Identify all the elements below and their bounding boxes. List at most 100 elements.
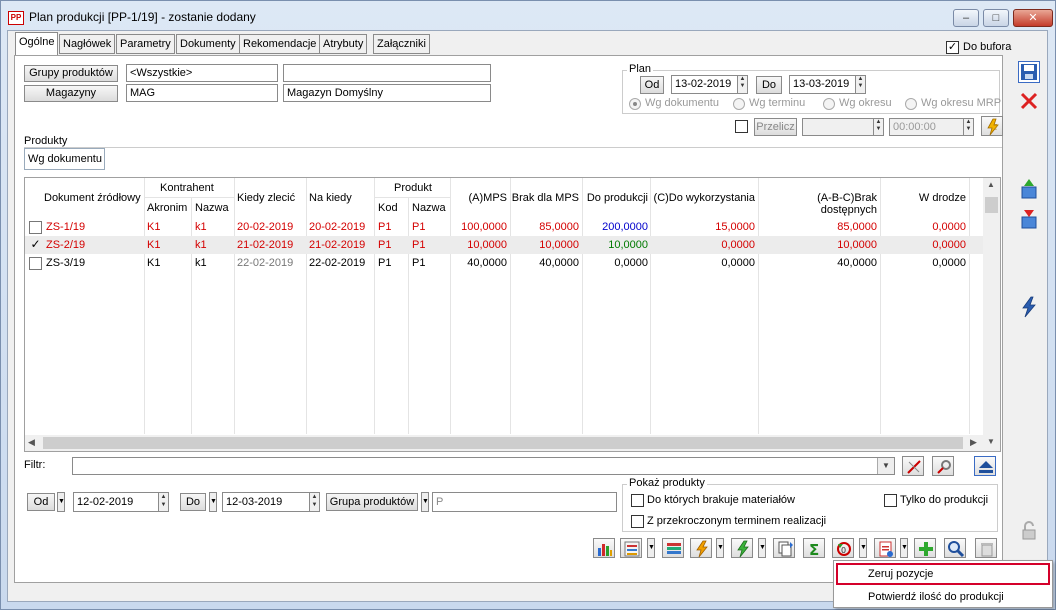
col-header-kontrahent[interactable]: Kontrahent [160,182,214,194]
bottom-od-dropdown-icon[interactable]: ▼ [57,492,65,512]
radio-wg-terminu[interactable] [733,98,745,110]
copy-documents-icon[interactable] [773,538,795,558]
menu-item-zeruj-pozycje[interactable]: Zeruj pozycje [836,563,1050,585]
filter-wrench-icon[interactable] [932,456,954,476]
bottom-do-input[interactable]: 12-03-2019 [222,492,310,512]
scroll-left-icon[interactable]: ◀ [28,437,35,448]
search-icon[interactable] [944,538,966,558]
document-list-dropdown-icon[interactable]: ▼ [647,538,655,558]
plan-do-input[interactable]: 13-03-2019 [789,75,856,94]
reset-positions-dropdown-icon[interactable]: ▼ [859,538,867,558]
grupy-produktow-button[interactable]: Grupy produktów [24,65,118,82]
horizontal-scroll-thumb[interactable] [43,437,963,449]
plan-do-spinner[interactable]: ▲ ▼ [855,75,866,94]
tab-ogolne[interactable]: Ogólne [15,32,59,55]
vertical-scroll-thumb[interactable] [985,197,998,213]
lightning-green-dropdown-icon[interactable]: ▼ [758,538,766,558]
tab-naglowek[interactable]: Nagłówek [59,34,116,54]
trash-icon[interactable] [975,538,997,558]
magazyny-button[interactable]: Magazyny [24,85,118,102]
bottom-od-spinner[interactable]: ▲ ▼ [158,492,169,512]
bottom-do-button[interactable]: Do [180,493,206,511]
vertical-scrollbar[interactable] [983,178,1000,435]
lightning-green-icon[interactable] [731,538,753,558]
tab-zalaczniki[interactable]: Załączniki [373,34,430,54]
col-header-produkt-nazwa[interactable]: Nazwa [412,202,446,214]
plan-od-input[interactable]: 13-02-2019 [671,75,738,94]
filter-apply-icon[interactable] [974,456,996,476]
row-checkbox[interactable]: ✓ [29,238,42,252]
col-header-brak-dostepnych[interactable]: (A-B-C)Brak dostępnych [759,192,877,216]
przelicz-button[interactable]: Przelicz [754,118,797,136]
tab-dokumenty[interactable]: Dokumenty [176,34,240,54]
col-header-w-drodze[interactable]: W drodze [881,192,966,204]
magazyny-input[interactable]: MAG [126,84,278,102]
scroll-right-icon[interactable]: ▶ [970,437,977,448]
time-input[interactable]: 00:00:00 [889,118,964,136]
opt2-checkbox[interactable] [631,515,644,528]
lightning-orange-dropdown-icon[interactable]: ▼ [716,538,724,558]
grupy-produktow-input[interactable]: <Wszystkie> [126,64,278,82]
col-header-brak-mps[interactable]: Brak dla MPS [511,192,579,204]
col-header-mps[interactable]: (A)MPS [451,192,508,204]
document-red-icon[interactable] [874,538,896,558]
minimize-button[interactable]: – [953,9,979,27]
clear-filter-icon[interactable] [902,456,924,476]
col-header-do-produkcji[interactable]: Do produkcji [583,192,648,204]
scroll-down-icon[interactable]: ▼ [987,437,995,446]
grupa-produktow-input[interactable]: P [432,492,617,512]
przelicz-checkbox[interactable] [735,120,748,133]
save-icon[interactable] [1018,61,1040,83]
grupa-produktow-dropdown-icon[interactable]: ▼ [421,492,429,512]
maximize-button[interactable]: □ [983,9,1009,27]
col-header-do-wykorzystania[interactable]: (C)Do wykorzystania [651,192,755,204]
title-bar[interactable]: PP Plan produkcji [PP-1/19] - zostanie d… [1,1,1055,31]
cancel-icon[interactable] [1018,90,1040,112]
col-header-nazwa[interactable]: Nazwa [195,202,229,214]
close-button[interactable]: ✕ [1013,9,1053,27]
time-spinner[interactable]: ▲ ▼ [963,118,974,136]
plan-do-button[interactable]: Do [756,76,782,94]
chart-icon[interactable] [593,538,615,558]
lock-icon[interactable] [1018,520,1040,542]
subtab-wg-dokumentu[interactable]: Wg dokumentu [24,148,105,170]
radio-wg-okresu[interactable] [823,98,835,110]
document-list-icon[interactable] [620,538,642,558]
bottom-do-dropdown-icon[interactable]: ▼ [209,492,217,512]
col-header-dokument[interactable]: Dokument źródłowy [44,192,141,204]
bottom-do-spinner[interactable]: ▲ ▼ [309,492,320,512]
layers-icon[interactable] [662,538,684,558]
col-header-kiedy-zlecic[interactable]: Kiedy zlecić [237,192,295,204]
opt3-checkbox[interactable] [884,494,897,507]
przelicz-spinner[interactable]: ▲ ▼ [873,118,884,136]
reset-positions-icon[interactable]: 0 [832,538,854,558]
do-bufora-checkbox[interactable]: ✓ [946,41,959,54]
menu-item-potwierdz-ilosc[interactable]: Potwierdź ilość do produkcji [836,586,1050,608]
scroll-up-icon[interactable]: ▲ [987,180,995,189]
plan-od-button[interactable]: Od [640,76,664,94]
col-header-kod[interactable]: Kod [378,202,398,214]
move-down-icon[interactable] [1018,208,1040,230]
row-checkbox[interactable] [29,221,42,234]
opt1-checkbox[interactable] [631,494,644,507]
tab-atrybuty[interactable]: Atrybuty [319,34,368,54]
bottom-od-button[interactable]: Od [27,493,55,511]
plan-od-spinner[interactable]: ▲ ▼ [737,75,748,94]
tab-rekomendacje[interactable]: Rekomendacje [239,34,321,54]
filtr-input[interactable] [72,457,895,475]
row-checkbox[interactable] [29,257,42,270]
document-red-dropdown-icon[interactable]: ▼ [900,538,908,558]
move-up-icon[interactable] [1018,178,1040,200]
col-header-produkt[interactable]: Produkt [394,182,432,194]
add-icon[interactable] [914,538,936,558]
radio-wg-okresu-mrp[interactable] [905,98,917,110]
col-header-na-kiedy[interactable]: Na kiedy [309,192,352,204]
tab-parametry[interactable]: Parametry [116,34,175,54]
filtr-dropdown-icon[interactable]: ▼ [877,458,894,474]
radio-wg-dokumentu[interactable] [629,98,641,110]
lightning-question-icon[interactable]: ? [981,116,1003,136]
col-header-akronim[interactable]: Akronim [147,202,187,214]
bottom-od-input[interactable]: 12-02-2019 [73,492,159,512]
lightning-blue-icon[interactable] [1018,296,1040,318]
grupa-produktow-button[interactable]: Grupa produktów [326,493,418,511]
